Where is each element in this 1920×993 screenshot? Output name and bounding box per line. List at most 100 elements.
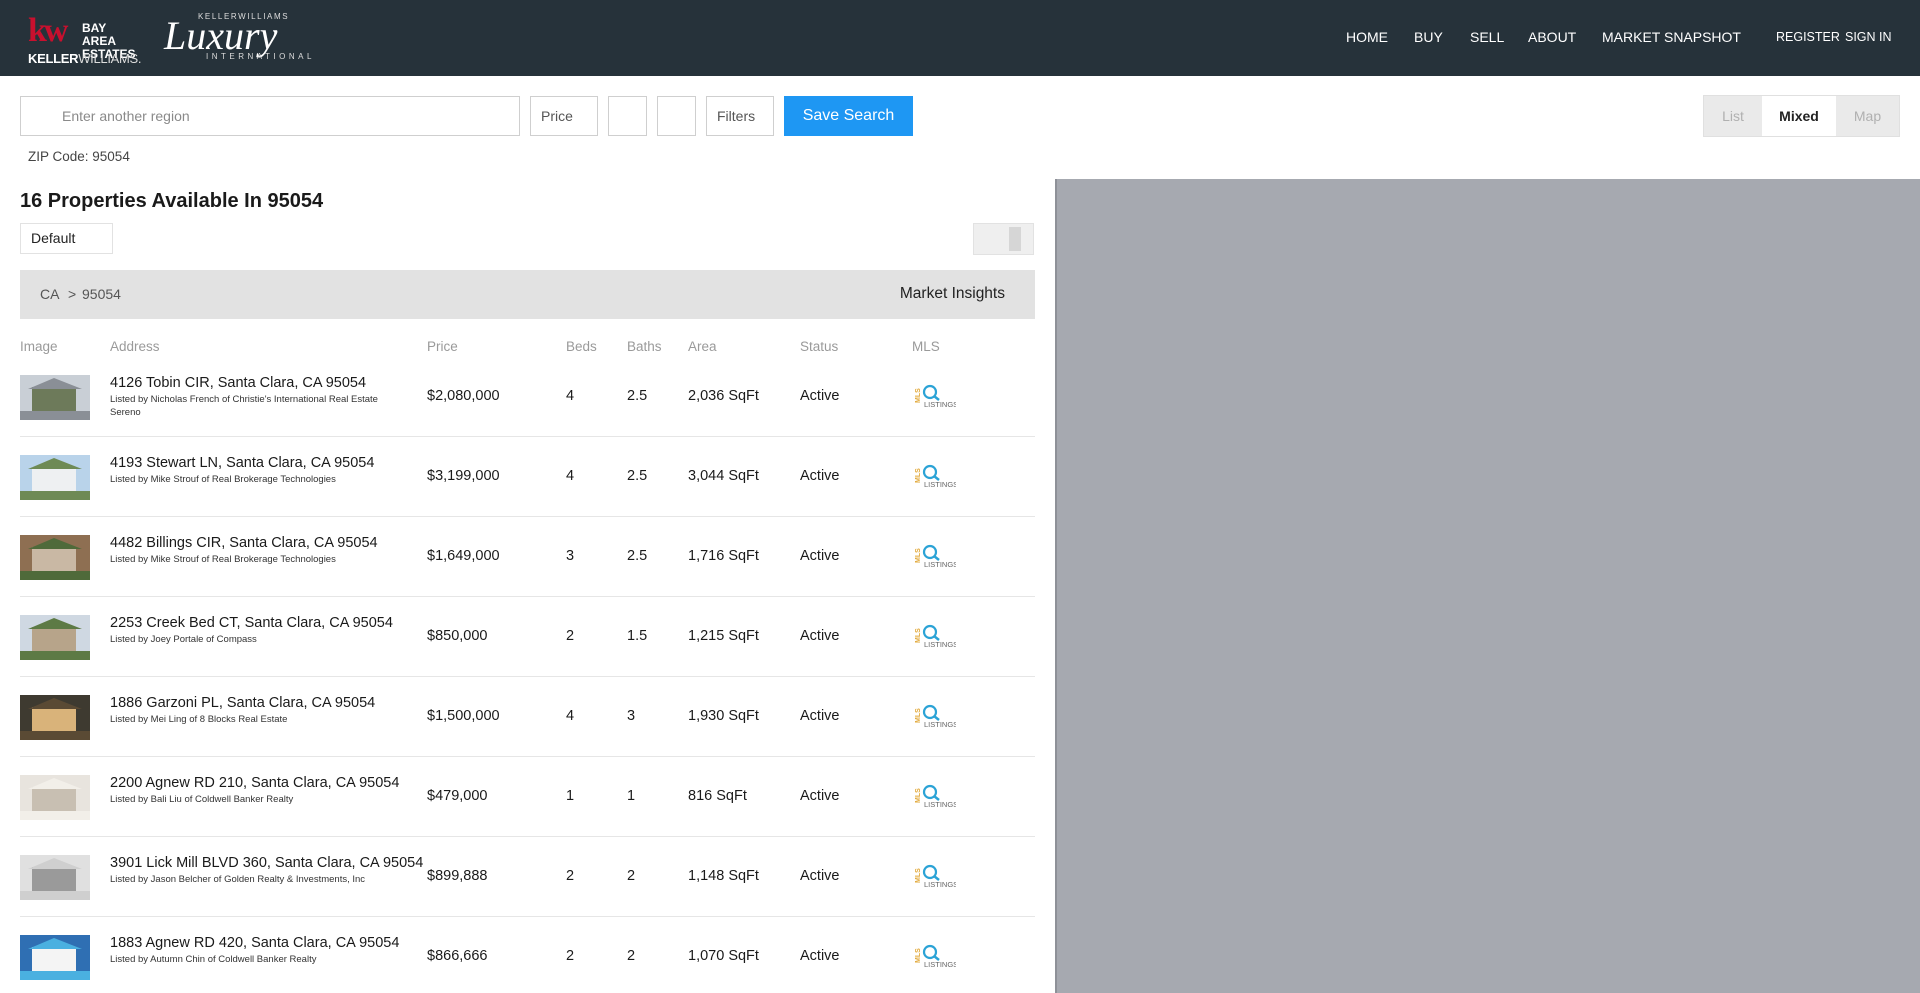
filters-button[interactable]: Filters: [706, 96, 774, 136]
view-map-tab[interactable]: Map: [1836, 96, 1899, 136]
property-area: 1,070 SqFt: [688, 948, 759, 964]
column-header-mls: MLS: [912, 339, 940, 354]
property-thumbnail[interactable]: [20, 615, 90, 660]
property-beds: 4: [566, 468, 575, 484]
register-link[interactable]: REGISTER: [1776, 30, 1840, 44]
property-address[interactable]: 4193 Stewart LN, Santa Clara, CA 95054: [110, 455, 374, 471]
property-baths: 2.5: [627, 468, 648, 484]
listing-agent: Listed by Mike Strouf of Real Brokerage …: [110, 554, 336, 565]
table-row[interactable]: 1883 Agnew RD 420, Santa Clara, CA 95054…: [20, 917, 1035, 993]
property-status: Active: [800, 388, 840, 404]
price-filter[interactable]: Price: [530, 96, 598, 136]
table-row[interactable]: 1886 Garzoni PL, Santa Clara, CA 95054 Li…: [20, 677, 1035, 757]
luxury-international-logo[interactable]: KELLERWILLIAMS Luxury INTERNATIONAL: [164, 12, 324, 64]
property-thumbnail[interactable]: [20, 855, 90, 900]
listing-agent: Listed by Autumn Chin of Coldwell Banker…: [110, 954, 317, 965]
column-header-price: Price: [427, 339, 458, 354]
property-area: 1,716 SqFt: [688, 548, 759, 564]
listing-agent: Listed by Joey Portale of Compass: [110, 634, 257, 645]
property-thumbnail[interactable]: [20, 775, 90, 820]
breadcrumb-state[interactable]: CA: [40, 286, 59, 302]
sort-select[interactable]: Default: [20, 223, 113, 254]
sign-in-link[interactable]: SIGN IN: [1845, 30, 1892, 44]
layout-toggle[interactable]: [973, 223, 1034, 255]
view-list-tab[interactable]: List: [1704, 96, 1762, 136]
view-mixed-tab[interactable]: Mixed: [1762, 96, 1836, 136]
property-thumbnail[interactable]: [20, 455, 90, 500]
top-navbar: kw BAY AREA ESTATES KELLERWILLIAMS. KELL…: [0, 0, 1920, 76]
property-address[interactable]: 1886 Garzoni PL, Santa Clara, CA 95054: [110, 695, 375, 711]
property-status: Active: [800, 628, 840, 644]
nav-sell[interactable]: SELL: [1470, 29, 1504, 45]
property-address[interactable]: 2253 Creek Bed CT, Santa Clara, CA 95054: [110, 615, 393, 631]
listing-agent: Listed by Jason Belcher of Golden Realty…: [110, 874, 366, 885]
mls-word: LISTINGS: [924, 480, 956, 489]
property-price: $850,000: [427, 628, 488, 644]
mls-listings-icon: MLSLISTINGS: [915, 384, 956, 409]
region-search-input[interactable]: Enter another region: [20, 96, 520, 136]
table-row[interactable]: 2253 Creek Bed CT, Santa Clara, CA 95054…: [20, 597, 1035, 677]
property-baths: 2.5: [627, 548, 648, 564]
table-row[interactable]: 4193 Stewart LN, Santa Clara, CA 95054 Li…: [20, 437, 1035, 517]
column-header-area: Area: [688, 339, 717, 354]
property-thumbnail[interactable]: [20, 535, 90, 580]
property-baths: 3: [627, 708, 636, 724]
property-price: $3,199,000: [427, 468, 500, 484]
beds-filter[interactable]: [608, 96, 647, 136]
nav-buy[interactable]: BUY: [1414, 29, 1443, 45]
listing-agent: Listed by Nicholas French of Christie's …: [110, 394, 378, 418]
mls-word: LISTINGS: [924, 880, 956, 889]
property-beds: 2: [566, 948, 575, 964]
mls-word: LISTINGS: [924, 800, 956, 809]
table-row[interactable]: 4482 Billings CIR, Santa Clara, CA 95054…: [20, 517, 1035, 597]
property-price: $1,649,000: [427, 548, 500, 564]
property-price: $866,666: [427, 948, 488, 964]
property-status: Active: [800, 468, 840, 484]
property-beds: 2: [566, 628, 575, 644]
property-beds: 4: [566, 708, 575, 724]
table-row[interactable]: 4126 Tobin CIR, Santa Clara, CA 95054 Lis…: [20, 357, 1035, 437]
property-address[interactable]: 4482 Billings CIR, Santa Clara, CA 95054: [110, 535, 378, 551]
market-insights-link[interactable]: Market Insights: [900, 285, 1005, 303]
property-area: 3,044 SqFt: [688, 468, 759, 484]
mls-listings-icon: MLSLISTINGS: [915, 624, 956, 649]
property-thumbnail[interactable]: [20, 935, 90, 980]
property-beds: 1: [566, 788, 575, 804]
mls-letters: MLS: [915, 468, 922, 483]
column-header-beds: Beds: [566, 339, 597, 354]
property-address[interactable]: 1883 Agnew RD 420, Santa Clara, CA 95054: [110, 935, 399, 951]
mls-listings-icon: MLSLISTINGS: [915, 544, 956, 569]
kw-bay-area-estates-logo[interactable]: kw BAY AREA ESTATES KELLERWILLIAMS.: [28, 12, 142, 67]
mls-listings-icon: MLSLISTINGS: [915, 784, 956, 809]
listing-agent: Listed by Bali Liu of Coldwell Banker Re…: [110, 794, 294, 805]
view-mode-toggle: List Mixed Map: [1703, 95, 1900, 137]
results-title: 16 Properties Available In 95054: [20, 190, 324, 212]
nav-home[interactable]: HOME: [1346, 29, 1388, 45]
mls-letters: MLS: [915, 388, 922, 403]
property-thumbnail[interactable]: [20, 375, 90, 420]
property-area: 1,148 SqFt: [688, 868, 759, 884]
kw-mark: kw: [28, 12, 69, 49]
property-address[interactable]: 2200 Agnew RD 210, Santa Clara, CA 95054: [110, 775, 399, 791]
property-price: $2,080,000: [427, 388, 500, 404]
table-row[interactable]: 3901 Lick Mill BLVD 360, Santa Clara, CA…: [20, 837, 1035, 917]
property-address[interactable]: 4126 Tobin CIR, Santa Clara, CA 95054: [110, 375, 366, 391]
property-address[interactable]: 3901 Lick Mill BLVD 360, Santa Clara, CA…: [110, 855, 423, 871]
baths-filter[interactable]: [657, 96, 696, 136]
property-area: 816 SqFt: [688, 788, 747, 804]
nav-market-snapshot[interactable]: MARKET SNAPSHOT: [1602, 29, 1741, 45]
property-price: $479,000: [427, 788, 488, 804]
property-beds: 3: [566, 548, 575, 564]
listing-agent: Listed by Mike Strouf of Real Brokerage …: [110, 474, 336, 485]
table-row[interactable]: 2200 Agnew RD 210, Santa Clara, CA 95054…: [20, 757, 1035, 837]
save-search-button[interactable]: Save Search: [784, 96, 913, 136]
property-thumbnail[interactable]: [20, 695, 90, 740]
property-baths: 2: [627, 868, 636, 884]
mls-word: LISTINGS: [924, 960, 956, 969]
nav-about[interactable]: ABOUT: [1528, 29, 1576, 45]
map-pane[interactable]: [1055, 179, 1920, 993]
listing-agent: Listed by Mei Ling of 8 Blocks Real Esta…: [110, 714, 288, 725]
property-beds: 2: [566, 868, 575, 884]
property-baths: 2: [627, 948, 636, 964]
property-area: 1,215 SqFt: [688, 628, 759, 644]
